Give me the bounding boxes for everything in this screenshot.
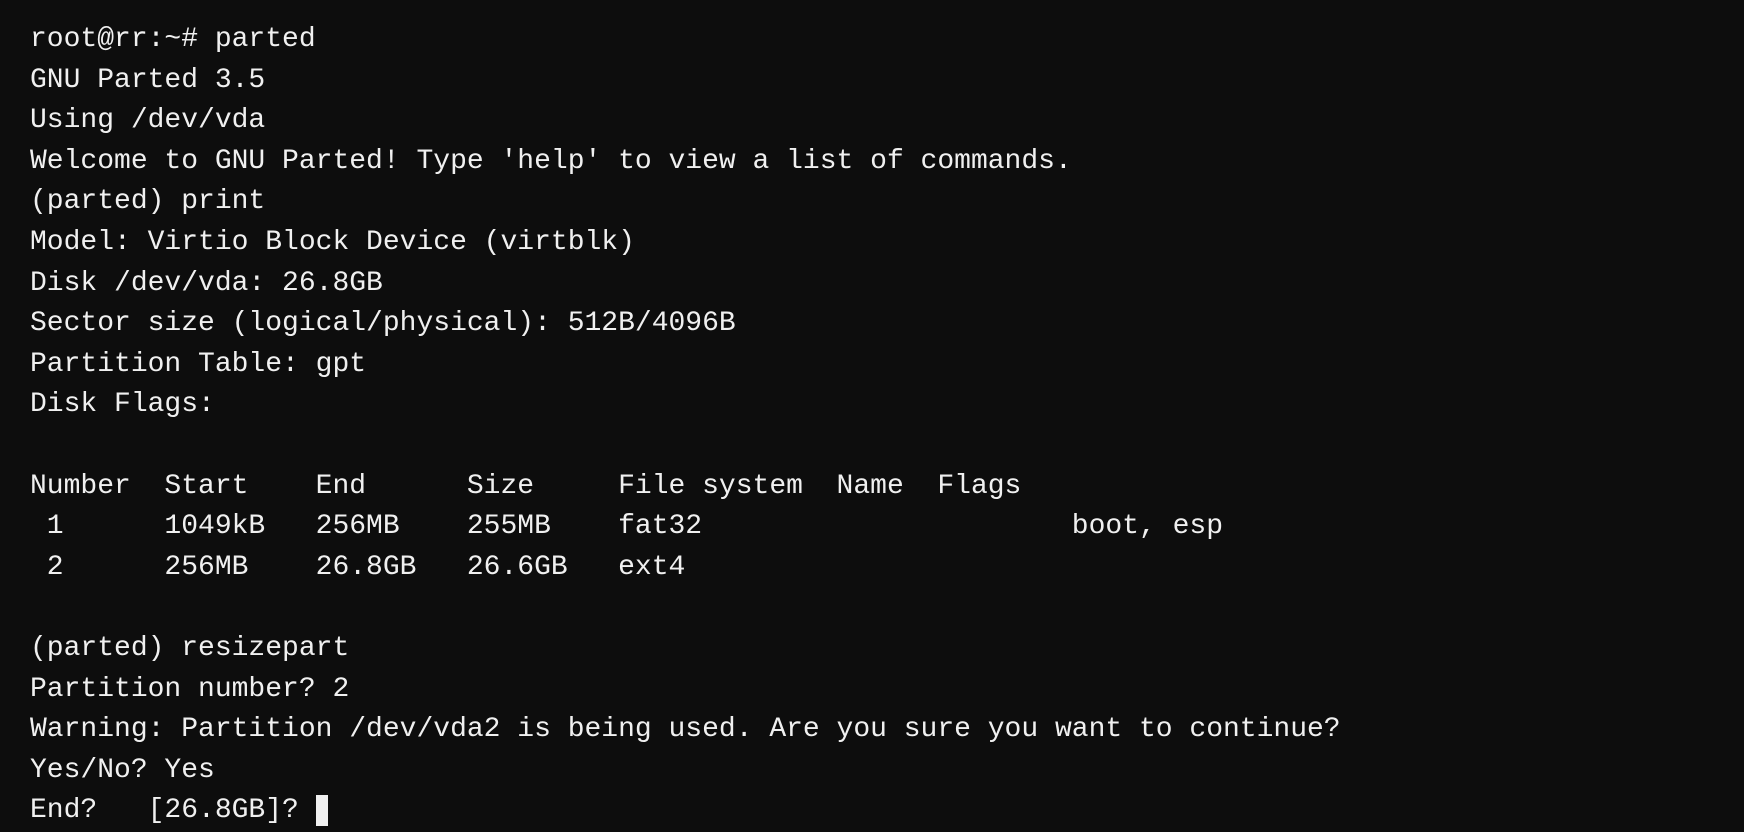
line-warning: Warning: Partition /dev/vda2 is being us… [30, 710, 1714, 751]
line-empty2 [30, 588, 1714, 629]
line-partition-number: Partition number? 2 [30, 670, 1714, 711]
line-prompt: root@rr:~# parted [30, 20, 1714, 61]
line-empty1 [30, 426, 1714, 467]
line-row1: 1 1049kB 256MB 255MB fat32 boot, esp [30, 507, 1714, 548]
line-version: GNU Parted 3.5 [30, 61, 1714, 102]
line-print-cmd: (parted) print [30, 182, 1714, 223]
line-table-header: Number Start End Size File system Name F… [30, 467, 1714, 508]
line-welcome: Welcome to GNU Parted! Type 'help' to vi… [30, 142, 1714, 183]
line-disk: Disk /dev/vda: 26.8GB [30, 264, 1714, 305]
line-model: Model: Virtio Block Device (virtblk) [30, 223, 1714, 264]
line-sector: Sector size (logical/physical): 512B/409… [30, 304, 1714, 345]
terminal-cursor [316, 795, 328, 826]
line-end: End? [26.8GB]? [30, 791, 1714, 832]
line-partition-table: Partition Table: gpt [30, 345, 1714, 386]
line-row2: 2 256MB 26.8GB 26.6GB ext4 [30, 548, 1714, 589]
terminal-window: root@rr:~# parted GNU Parted 3.5 Using /… [30, 20, 1714, 832]
line-disk-flags: Disk Flags: [30, 385, 1714, 426]
line-using: Using /dev/vda [30, 101, 1714, 142]
line-yesno: Yes/No? Yes [30, 751, 1714, 792]
line-resizepart-cmd: (parted) resizepart [30, 629, 1714, 670]
